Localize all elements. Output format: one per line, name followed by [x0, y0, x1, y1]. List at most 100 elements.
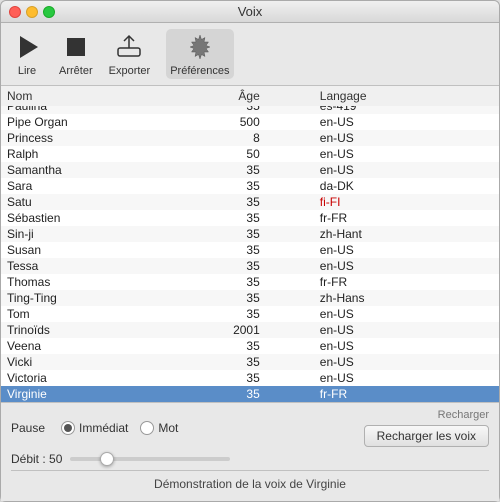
- col-header-nom[interactable]: Nom: [1, 86, 200, 107]
- cell-nom: Tessa: [1, 258, 200, 274]
- cell-age: 8: [200, 130, 300, 146]
- cell-nom: Ting-Ting: [1, 290, 200, 306]
- cell-age: 500: [200, 114, 300, 130]
- table-row[interactable]: Vicki35en-US: [1, 354, 499, 370]
- traffic-lights: [9, 6, 55, 18]
- maximize-button[interactable]: [43, 6, 55, 18]
- gear-icon: [184, 31, 216, 63]
- cell-age: 35: [200, 258, 300, 274]
- radio-group: Immédiat Mot: [61, 421, 178, 435]
- debit-label: Débit : 50: [11, 452, 62, 466]
- cell-nom: Veena: [1, 338, 200, 354]
- cell-nom: Sébastien: [1, 210, 200, 226]
- voice-table: Nom Âge Langage Moira35en-IEMonica35es-E…: [1, 86, 499, 402]
- minimize-button[interactable]: [26, 6, 38, 18]
- table-row[interactable]: Satu35fi-FI: [1, 194, 499, 210]
- cell-nom: Princess: [1, 130, 200, 146]
- cell-lang: en-US: [300, 146, 499, 162]
- cell-lang: en-US: [300, 306, 499, 322]
- stop-label: Arrêter: [59, 65, 93, 77]
- table-row[interactable]: Princess8en-US: [1, 130, 499, 146]
- table-row[interactable]: Sébastien35fr-FR: [1, 210, 499, 226]
- table-row[interactable]: Veena35en-US: [1, 338, 499, 354]
- bottom-controls: Pause Immédiat Mot Recharger Recharger l…: [1, 402, 499, 501]
- controls-row: Pause Immédiat Mot Recharger Recharger l…: [11, 409, 489, 447]
- cell-nom: Satu: [1, 194, 200, 210]
- cell-nom: Vicki: [1, 354, 200, 370]
- cell-nom: Pipe Organ: [1, 114, 200, 130]
- cell-age: 35: [200, 226, 300, 242]
- prefs-toolbar-item[interactable]: Préférences: [166, 29, 233, 79]
- cell-age: 2001: [200, 322, 300, 338]
- cell-nom: Sara: [1, 178, 200, 194]
- table-row[interactable]: Victoria35en-US: [1, 370, 499, 386]
- cell-age: 35: [200, 290, 300, 306]
- col-header-age[interactable]: Âge: [200, 86, 300, 107]
- radio-immediat-label: Immédiat: [79, 421, 128, 435]
- table-row[interactable]: Sara35da-DK: [1, 178, 499, 194]
- table-row[interactable]: Thomas35fr-FR: [1, 274, 499, 290]
- debit-slider-thumb[interactable]: [100, 452, 114, 466]
- main-window: Voix Lire Arrêter Exporter: [0, 0, 500, 502]
- prefs-label: Préférences: [170, 65, 229, 77]
- cell-nom: Samantha: [1, 162, 200, 178]
- cell-nom: Ralph: [1, 146, 200, 162]
- table-row[interactable]: Trinoïds2001en-US: [1, 322, 499, 338]
- cell-age: 50: [200, 146, 300, 162]
- cell-lang: en-US: [300, 354, 499, 370]
- table-row[interactable]: Ralph50en-US: [1, 146, 499, 162]
- play-toolbar-item[interactable]: Lire: [11, 31, 43, 77]
- cell-lang: en-US: [300, 114, 499, 130]
- cell-age: 35: [200, 162, 300, 178]
- table-row[interactable]: Pipe Organ500en-US: [1, 114, 499, 130]
- export-toolbar-item[interactable]: Exporter: [109, 31, 151, 77]
- stop-toolbar-item[interactable]: Arrêter: [59, 31, 93, 77]
- table-row[interactable]: Sin-ji35zh-Hant: [1, 226, 499, 242]
- cell-lang: en-US: [300, 370, 499, 386]
- cell-age: 35: [200, 370, 300, 386]
- col-header-lang[interactable]: Langage: [300, 86, 499, 107]
- export-icon: [113, 31, 145, 63]
- cell-age: 35: [200, 274, 300, 290]
- close-button[interactable]: [9, 6, 21, 18]
- radio-immediat[interactable]: Immédiat: [61, 421, 128, 435]
- cell-nom: Victoria: [1, 370, 200, 386]
- table-row[interactable]: Samantha35en-US: [1, 162, 499, 178]
- reload-label: Recharger: [438, 409, 489, 421]
- cell-lang: fr-FR: [300, 386, 499, 402]
- radio-mot[interactable]: Mot: [140, 421, 178, 435]
- radio-immediat-circle: [61, 421, 75, 435]
- pause-label: Pause: [11, 421, 45, 435]
- play-icon: [11, 31, 43, 63]
- cell-age: 35: [200, 242, 300, 258]
- cell-lang: zh-Hant: [300, 226, 499, 242]
- cell-lang: en-US: [300, 130, 499, 146]
- cell-age: 35: [200, 386, 300, 402]
- table-row[interactable]: Susan35en-US: [1, 242, 499, 258]
- cell-lang: zh-Hans: [300, 290, 499, 306]
- cell-nom: Virginie: [1, 386, 200, 402]
- slider-row: Débit : 50: [11, 452, 489, 466]
- radio-mot-label: Mot: [158, 421, 178, 435]
- window-title: Voix: [238, 4, 263, 19]
- table-row[interactable]: Ting-Ting35zh-Hans: [1, 290, 499, 306]
- title-bar: Voix: [1, 1, 499, 23]
- table-scroll[interactable]: Nom Âge Langage Moira35en-IEMonica35es-E…: [1, 86, 499, 402]
- cell-lang: en-US: [300, 322, 499, 338]
- play-label: Lire: [18, 65, 36, 77]
- table-row[interactable]: Tom35en-US: [1, 306, 499, 322]
- cell-age: 35: [200, 354, 300, 370]
- cell-nom: Thomas: [1, 274, 200, 290]
- cell-age: 35: [200, 338, 300, 354]
- table-row[interactable]: Tessa35en-US: [1, 258, 499, 274]
- cell-lang: en-US: [300, 338, 499, 354]
- cell-nom: Sin-ji: [1, 226, 200, 242]
- cell-age: 35: [200, 178, 300, 194]
- cell-age: 35: [200, 194, 300, 210]
- stop-icon: [60, 31, 92, 63]
- cell-lang: da-DK: [300, 178, 499, 194]
- demo-text: Démonstration de la voix de Virginie: [11, 470, 489, 495]
- table-row[interactable]: Virginie35fr-FR: [1, 386, 499, 402]
- cell-nom: Trinoïds: [1, 322, 200, 338]
- reload-button[interactable]: Recharger les voix: [364, 425, 489, 447]
